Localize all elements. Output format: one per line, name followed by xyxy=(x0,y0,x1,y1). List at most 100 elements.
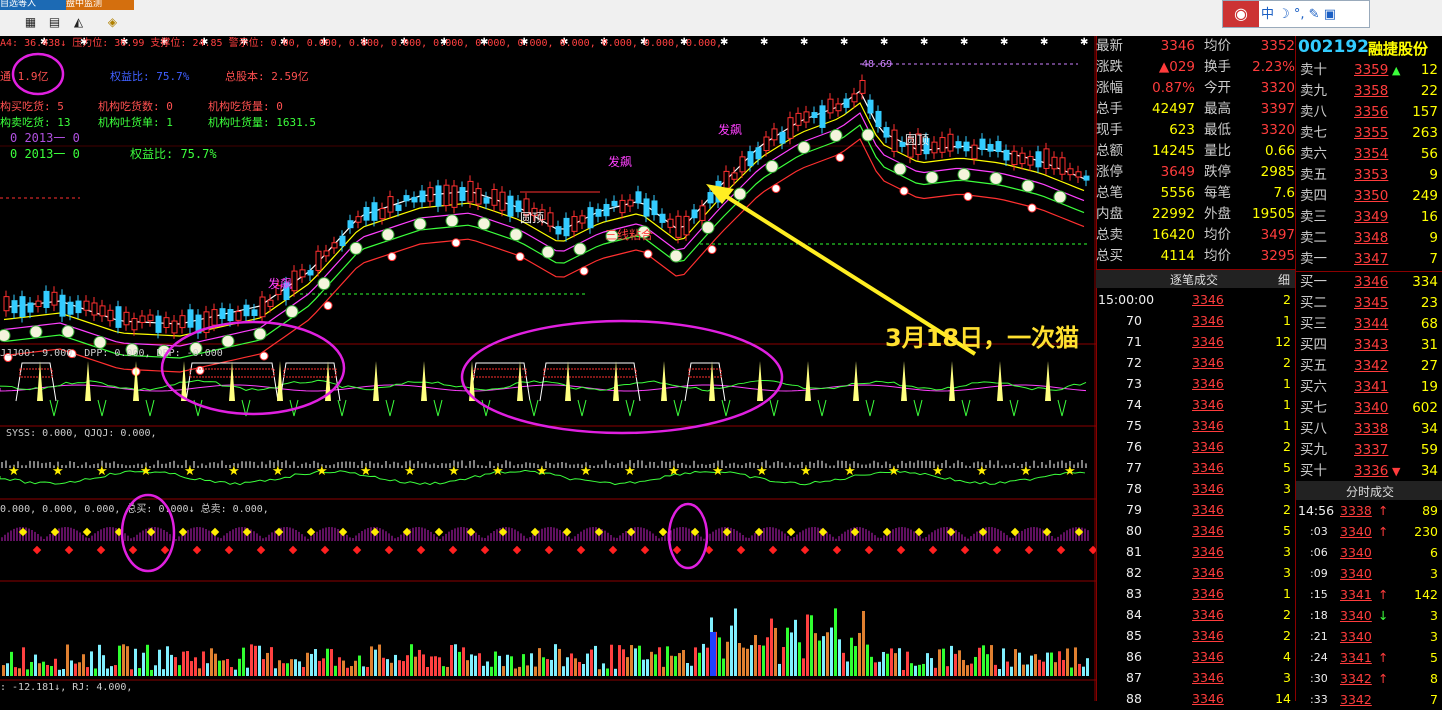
quote-label-2: 跌停 xyxy=(1204,164,1231,180)
quote-row: 涨停 3649 跌停 2985 xyxy=(1096,162,1295,183)
ticks-detail-button[interactable]: 细 xyxy=(1278,271,1290,288)
volume-bar xyxy=(806,614,809,676)
volume-bar xyxy=(294,659,297,676)
volume-bar xyxy=(1038,659,1041,676)
volume-bar xyxy=(186,651,189,676)
volume-bar xyxy=(946,666,949,676)
volume-bar xyxy=(394,654,397,676)
chart-icon[interactable]: ◭ xyxy=(70,14,87,30)
volume-bar xyxy=(822,636,825,676)
volume-bar xyxy=(102,655,105,676)
osc2-star-icon: ★ xyxy=(800,464,812,479)
candle-body xyxy=(659,213,666,223)
volume-bar xyxy=(346,667,349,676)
osc2-star-icon: ★ xyxy=(184,464,196,479)
info-equity-ratio: 权益比: 75.7% xyxy=(130,147,217,161)
tick-row: 15:00:00 3346 2 xyxy=(1096,289,1295,310)
sell-row: 卖四 3350 249 xyxy=(1296,186,1442,207)
candle-body xyxy=(811,112,818,118)
smile-marker-icon xyxy=(925,171,939,184)
tab-monitor[interactable]: 盘中监测 xyxy=(66,0,134,10)
minute-row: :09 3340 3 xyxy=(1296,563,1442,584)
grid-icon[interactable]: ▦ xyxy=(22,14,39,30)
volume-bar xyxy=(338,657,341,676)
buy-row: 买九 3337 59 xyxy=(1296,440,1442,461)
quote-label: 总手 xyxy=(1096,101,1123,117)
buy-label: 买四 xyxy=(1300,337,1327,353)
minute-header: 分时成交 xyxy=(1296,481,1442,500)
buy-price: 3337 xyxy=(1354,442,1389,458)
volume-bar xyxy=(362,666,365,676)
tick-row: 80 3346 5 xyxy=(1096,520,1295,541)
quote-label-2: 均价 xyxy=(1204,38,1231,54)
buy-row: 买三 3344 68 xyxy=(1296,314,1442,335)
quote-row: 最新 3346 均价 3352 xyxy=(1096,36,1295,57)
candle-body xyxy=(251,309,258,317)
quote-value-2: 2.23% xyxy=(1252,59,1295,75)
volume-bar xyxy=(306,652,309,676)
volume-bar xyxy=(462,647,465,676)
minute-row: :33 3342 7 xyxy=(1296,689,1442,710)
osc2-star-icon: ★ xyxy=(888,464,900,479)
volume-bar xyxy=(286,663,289,676)
volume-bar xyxy=(382,657,385,676)
tick-volume: 1 xyxy=(1283,397,1291,412)
osc2-star-icon: ★ xyxy=(404,464,416,479)
volume-bar xyxy=(494,651,497,676)
buy-label: 买六 xyxy=(1300,379,1327,395)
candle-body xyxy=(643,198,650,217)
stock-code: 002192 xyxy=(1298,37,1369,57)
quote-label: 内盘 xyxy=(1096,206,1123,222)
candle-body xyxy=(835,103,842,112)
quote-label: 涨停 xyxy=(1096,164,1123,180)
volume-bar xyxy=(546,659,549,676)
qq-tools[interactable]: 中 ☽ °, ✎ ▣ xyxy=(1261,3,1336,22)
candle-body xyxy=(635,191,642,204)
qq-avatar-icon[interactable]: ◉ xyxy=(1223,1,1259,27)
sell-price: 3350 xyxy=(1354,188,1389,204)
kline-chart[interactable]: ✱ ✱ ✱ ✱ ✱ ✱ ✱ ✱ ✱ ✱ ✱ ✱ ✱ ✱ ✱ ✱ ✱ ✱ ✱ ✱ ✱ ✱ ✱ ✱ ✱ ✱ ✱ ★ ★ ★ ★ ★ ★ ★ ★ ★ ★ ★ ★… xyxy=(0,36,1096,701)
quote-label-2: 今开 xyxy=(1204,80,1231,96)
label-surge-3: 发飙 xyxy=(268,276,292,291)
tick-price: 3346 xyxy=(1192,670,1224,685)
buy-volume: 334 xyxy=(1412,274,1438,290)
candle-body xyxy=(299,269,306,278)
quote-label: 涨跌 xyxy=(1096,59,1123,75)
volume-bar xyxy=(862,610,865,676)
diamond-icon[interactable]: ◈ xyxy=(104,14,121,30)
volume-bar xyxy=(910,663,913,676)
candle-body xyxy=(851,93,858,103)
volume-bar xyxy=(42,661,45,676)
quote-value: 16420 xyxy=(1152,227,1195,243)
tick-price: 3346 xyxy=(1192,355,1224,370)
tab-watchlist[interactable]: 自选等入 xyxy=(0,0,66,10)
volume-bar xyxy=(518,666,521,676)
osc2-star-icon: ★ xyxy=(492,464,504,479)
info-inst-sell-count: 机构吐货单: 1 xyxy=(98,115,173,129)
quote-row: 总买 4114 均价 3295 xyxy=(1096,246,1295,267)
sell-label: 卖九 xyxy=(1300,83,1327,99)
volume-bar xyxy=(466,660,469,676)
volume-bar xyxy=(130,669,133,676)
tick-time: 83 xyxy=(1126,586,1142,601)
volume-bar xyxy=(766,637,769,676)
volume-bar xyxy=(922,663,925,676)
volume-bar xyxy=(790,632,793,676)
sell-price: 3354 xyxy=(1354,146,1389,162)
candle-body xyxy=(131,318,138,331)
candle-body xyxy=(499,191,506,211)
ticks-header: 逐笔成交 细 xyxy=(1096,269,1295,288)
label-three-line: 三线粘合 xyxy=(605,227,653,242)
volume-bar xyxy=(602,663,605,676)
quote-value: 3649 xyxy=(1160,164,1195,180)
sell-row: 卖十 3359 ▲ 12 xyxy=(1296,60,1442,81)
candle-body xyxy=(771,128,778,141)
chat-icon[interactable]: ▤ xyxy=(46,14,63,30)
tick-row: 87 3346 3 xyxy=(1096,667,1295,688)
candle-body xyxy=(19,296,26,317)
volume-bar xyxy=(70,660,73,676)
volume-bar xyxy=(762,645,765,676)
volume-bar xyxy=(690,665,693,676)
volume-bar xyxy=(558,648,561,676)
quote-value: 3346 xyxy=(1160,38,1195,54)
